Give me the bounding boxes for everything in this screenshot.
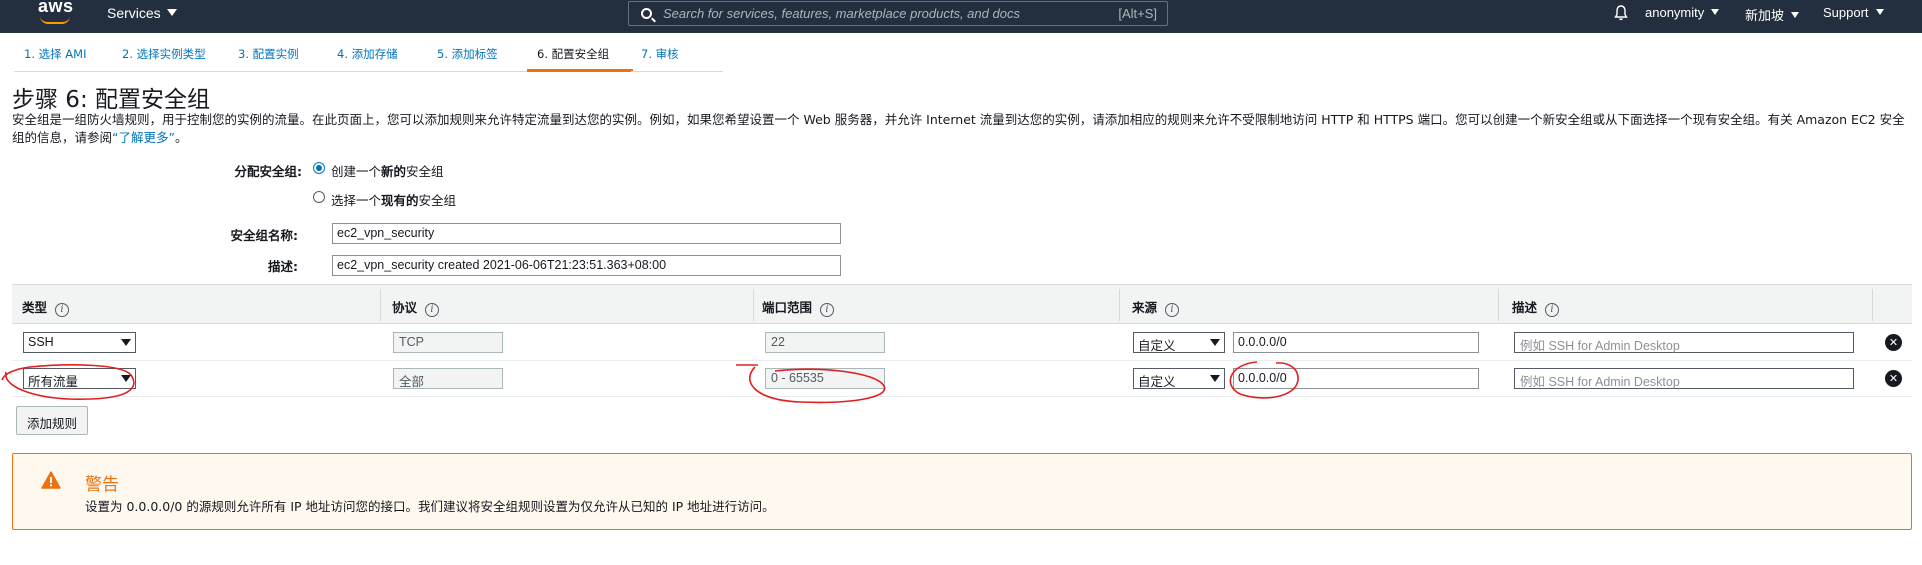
learn-more-label: 了解更多 [118, 130, 169, 145]
sg-desc-label: 描述: [268, 259, 298, 274]
rule-source-mode-select[interactable]: 自定义 [1133, 368, 1225, 389]
bell-icon[interactable] [1614, 5, 1628, 21]
th-port-range: 端口范围 i [762, 297, 835, 317]
column-divider[interactable] [753, 289, 754, 321]
intro-body: 安全组是一组防火墙规则，用于控制您的实例的流量。在此页面上，您可以添加规则来允许… [12, 112, 1905, 145]
th-source: 来源 i [1132, 297, 1180, 317]
radio-new-suffix: 安全组 [406, 164, 444, 179]
info-icon[interactable]: i [1545, 303, 1560, 317]
rule-description-input[interactable]: 例如 SSH for Admin Desktop [1514, 332, 1854, 353]
th-protocol-label: 协议 [392, 300, 418, 315]
rules-table-header: 类型 i 协议 i 端口范围 i 来源 i 描述 i [12, 284, 1912, 324]
rule-port-range: 22 [765, 332, 885, 353]
region-menu[interactable]: 新加坡 [1745, 5, 1800, 24]
caret-down-icon [1875, 9, 1884, 15]
aws-smile-icon [40, 16, 70, 24]
search-icon [641, 8, 652, 19]
caret-down-icon [1711, 9, 1720, 15]
th-description: 描述 i [1512, 297, 1560, 317]
rule-type-select[interactable]: SSH [23, 332, 136, 353]
user-label: anonymity [1645, 5, 1705, 20]
row-divider [12, 396, 1912, 397]
warning-title: 警告 [85, 475, 119, 495]
info-icon[interactable]: i [425, 303, 440, 317]
chevron-down-icon [121, 339, 131, 346]
tab-security-group[interactable]: 6. 配置安全组 [527, 38, 633, 72]
radio-existing-suffix: 安全组 [418, 193, 457, 208]
user-menu[interactable]: anonymity [1645, 5, 1720, 20]
info-icon[interactable]: i [55, 303, 70, 317]
intro-text: 安全组是一组防火墙规则，用于控制您的实例的流量。在此页面上，您可以添加规则来允许… [12, 111, 1912, 147]
remove-rule-icon[interactable]: ✕ [1885, 370, 1902, 387]
sg-name-label: 安全组名称: [230, 228, 299, 243]
rule-protocol: TCP [393, 332, 503, 353]
radio-select-existing[interactable] [313, 191, 325, 203]
intro-end: 。 [175, 130, 188, 145]
remove-rule-icon[interactable]: ✕ [1885, 334, 1902, 351]
search-box[interactable]: Search for services, features, marketpla… [628, 1, 1168, 26]
learn-more-link[interactable]: “了解更多” [112, 130, 175, 145]
rule-description-input[interactable]: 例如 SSH for Admin Desktop [1514, 368, 1854, 389]
caret-down-icon [1791, 12, 1800, 18]
chevron-down-icon [1210, 375, 1220, 382]
rule-type-value: SSH [28, 335, 54, 349]
caret-down-icon [166, 9, 177, 16]
warning-text: 设置为 0.0.0.0/0 的源规则允许所有 IP 地址访问您的接口。我们建议将… [85, 499, 775, 514]
support-menu[interactable]: Support [1823, 5, 1884, 20]
row-divider [12, 360, 1912, 361]
column-divider[interactable] [1872, 289, 1873, 321]
search-shortcut: [Alt+S] [1118, 6, 1157, 21]
rule-type-value: 所有流量 [28, 375, 79, 389]
radio-new-prefix: 创建一个 [331, 164, 382, 179]
warning-alert: 警告 设置为 0.0.0.0/0 的源规则允许所有 IP 地址访问您的接口。我们… [12, 453, 1912, 530]
tab-add-storage[interactable]: 4. 添加存储 [327, 38, 427, 72]
sg-desc-input[interactable]: ec2_vpn_security created 2021-06-06T21:2… [332, 255, 841, 276]
add-rule-button[interactable]: 添加规则 [16, 406, 89, 435]
th-type-label: 类型 [22, 300, 48, 315]
radio-select-existing-label[interactable]: 选择一个现有的安全组 [331, 190, 456, 209]
aws-logo-text: aws [38, 0, 74, 16]
th-port-label: 端口范围 [762, 300, 813, 315]
rule-source-mode-select[interactable]: 自定义 [1133, 332, 1225, 353]
tab-configure-instance[interactable]: 3. 配置实例 [228, 38, 328, 72]
info-icon[interactable]: i [1165, 303, 1180, 317]
top-nav-bar: aws Services Search for services, featur… [0, 0, 1922, 33]
rule-source-input[interactable]: 0.0.0.0/0 [1233, 332, 1479, 353]
rule-protocol: 全部 [393, 368, 503, 389]
column-divider[interactable] [1119, 289, 1120, 321]
radio-create-new-label[interactable]: 创建一个新的安全组 [331, 161, 444, 180]
rule-source-mode-value: 自定义 [1138, 375, 1176, 389]
services-label: Services [107, 5, 161, 21]
th-source-label: 来源 [1132, 300, 1158, 315]
th-type: 类型 i [22, 297, 70, 317]
rule-type-select[interactable]: 所有流量 [23, 368, 136, 389]
radio-existing-bold: 现有的 [381, 193, 419, 208]
warning-icon [41, 471, 61, 489]
th-protocol: 协议 i [392, 297, 440, 317]
tab-review[interactable]: 7. 审核 [631, 38, 723, 72]
support-label: Support [1823, 5, 1869, 20]
radio-create-new[interactable] [313, 162, 325, 174]
info-icon[interactable]: i [820, 303, 835, 317]
region-label: 新加坡 [1745, 8, 1785, 23]
tab-add-tags[interactable]: 5. 添加标签 [427, 38, 527, 72]
rule-source-input[interactable]: 0.0.0.0/0 [1233, 368, 1479, 389]
th-description-label: 描述 [1512, 300, 1538, 315]
column-divider[interactable] [1498, 289, 1499, 321]
rule-source-mode-value: 自定义 [1138, 339, 1176, 353]
page-title: 步骤 6: 配置安全组 [12, 87, 211, 113]
assign-sg-label: 分配安全组: [234, 164, 303, 179]
tab-choose-ami[interactable]: 1. 选择 AMI [14, 38, 114, 72]
column-divider[interactable] [380, 289, 381, 321]
chevron-down-icon [121, 375, 131, 382]
rule-port-range: 0 - 65535 [765, 368, 885, 389]
search-placeholder: Search for services, features, marketpla… [663, 6, 1020, 21]
tab-instance-type[interactable]: 2. 选择实例类型 [112, 38, 230, 72]
aws-logo[interactable]: aws [38, 0, 74, 33]
services-menu[interactable]: Services [107, 5, 177, 21]
sg-name-input[interactable]: ec2_vpn_security [332, 223, 841, 244]
chevron-down-icon [1210, 339, 1220, 346]
radio-new-bold: 新的 [381, 164, 407, 179]
radio-existing-prefix: 选择一个 [331, 193, 382, 208]
